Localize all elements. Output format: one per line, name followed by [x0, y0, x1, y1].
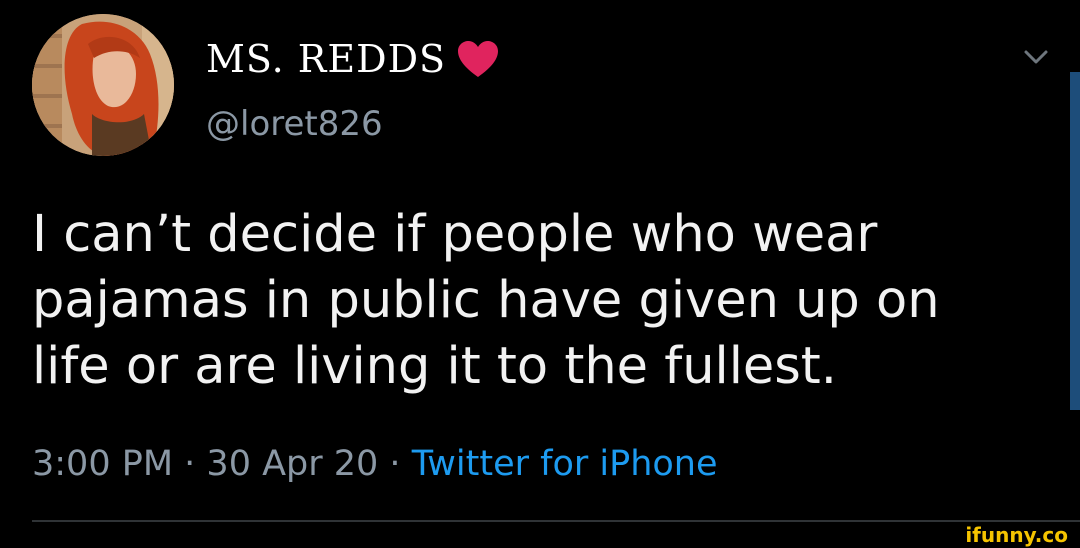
meta-separator: ·: [173, 444, 207, 484]
tweet-meta: 3:00 PM · 30 Apr 20 · Twitter for iPhone: [32, 438, 718, 490]
tweet-text-line: life or are living it to the fullest.: [32, 337, 838, 396]
avatar[interactable]: [32, 14, 174, 156]
tweet-text-line: pajamas in public have given up on: [32, 271, 940, 330]
author-name-row[interactable]: MS. REDDS: [206, 34, 500, 84]
tweet-date[interactable]: 30 Apr 20: [206, 444, 378, 484]
tweet-source-link[interactable]: Twitter for iPhone: [412, 444, 718, 484]
tweet-text-line: I can’t decide if people who wear: [32, 205, 878, 264]
divider: [32, 520, 1080, 522]
chevron-down-icon[interactable]: [1016, 44, 1056, 72]
tweet-text: I can’t decide if people who wear pajama…: [32, 202, 1052, 400]
avatar-image: [32, 14, 174, 156]
heart-icon: [456, 39, 500, 79]
tweet-card: MS. REDDS @loret826 I can’t decide if pe…: [0, 0, 1080, 548]
display-name[interactable]: MS. REDDS: [206, 34, 446, 84]
watermark-logo: ifunny.co: [959, 524, 1074, 546]
scroll-indicator: [1070, 72, 1080, 410]
author-handle[interactable]: @loret826: [206, 102, 383, 146]
meta-separator: ·: [378, 444, 412, 484]
tweet-time[interactable]: 3:00 PM: [32, 444, 173, 484]
